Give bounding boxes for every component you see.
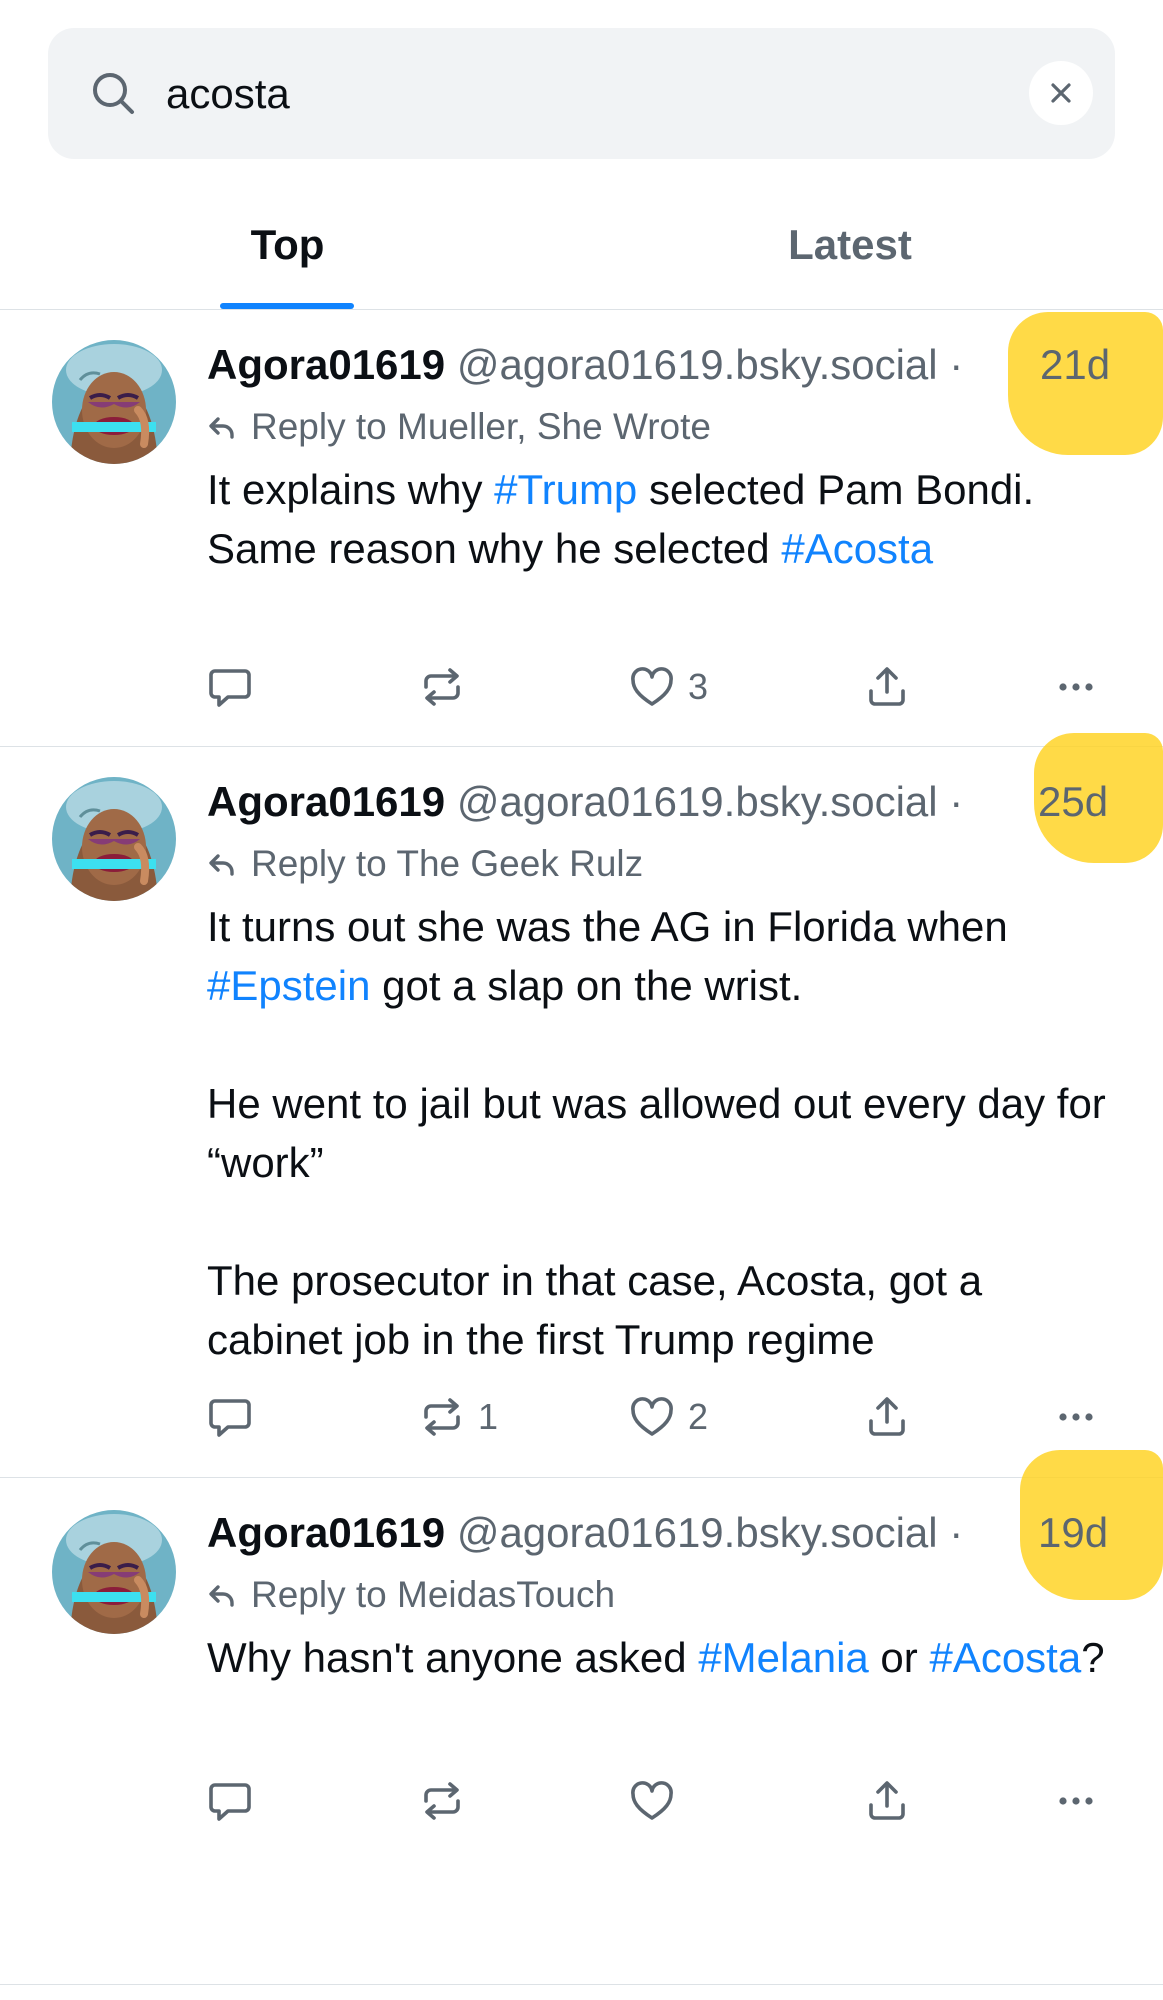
repost-icon: [418, 1777, 466, 1825]
timestamp[interactable]: 19d: [1038, 1503, 1108, 1563]
repost-button[interactable]: [418, 657, 478, 717]
tab-top[interactable]: Top: [220, 195, 355, 310]
hashtag-link[interactable]: #Epstein: [207, 962, 370, 1009]
share-button[interactable]: [863, 1771, 911, 1831]
share-button[interactable]: [863, 1387, 911, 1447]
post-item[interactable]: Agora01619 @agora01619.bsky.social · 25d…: [0, 733, 1163, 1477]
close-icon: [1051, 83, 1071, 103]
more-options-button[interactable]: [1052, 1387, 1100, 1447]
more-icon: [1052, 1393, 1100, 1441]
timestamp[interactable]: 21d: [1040, 335, 1110, 395]
repost-icon: [418, 663, 466, 711]
heart-icon: [628, 663, 676, 711]
display-name[interactable]: Agora01619: [207, 778, 445, 825]
reply-button[interactable]: [206, 1771, 254, 1831]
avatar[interactable]: [52, 777, 176, 901]
avatar-image: [52, 340, 176, 464]
text-run: Why hasn't anyone asked: [207, 1634, 699, 1681]
like-button[interactable]: 3: [628, 657, 708, 717]
repost-count: 1: [478, 1396, 499, 1437]
separator: ·: [949, 1509, 964, 1556]
handle[interactable]: @agora01619.bsky.social: [457, 341, 938, 388]
reply-context-label: Reply to MeidasTouch: [251, 1574, 616, 1615]
timestamp[interactable]: 25d: [1038, 772, 1108, 832]
text-run: ?: [1081, 1634, 1105, 1681]
repost-button[interactable]: [418, 1771, 478, 1831]
hashtag-link[interactable]: #Trump: [494, 466, 637, 513]
like-count: 2: [688, 1396, 709, 1437]
comment-icon: [206, 663, 254, 711]
avatar[interactable]: [52, 340, 176, 464]
comment-icon: [206, 1393, 254, 1441]
more-options-button[interactable]: [1052, 1771, 1100, 1831]
text-run: It turns out she was the AG in Florida w…: [207, 903, 1008, 950]
text-run: or: [868, 1634, 930, 1681]
post-text: It explains why #Trump selected Pam Bond…: [207, 460, 1127, 578]
paragraph: He went to jail but was allowed out ever…: [207, 1080, 1106, 1186]
separator: ·: [949, 778, 964, 825]
post-item[interactable]: Agora01619 @agora01619.bsky.social · 21d…: [0, 310, 1163, 747]
hashtag-link[interactable]: #Melania: [698, 1634, 868, 1681]
share-icon: [863, 663, 911, 711]
repost-icon: [418, 1393, 466, 1441]
share-icon: [863, 1777, 911, 1825]
reply-arrow-icon: [207, 412, 237, 442]
separator: ·: [949, 341, 964, 388]
reply-button[interactable]: [206, 1387, 254, 1447]
post-item[interactable]: Agora01619 @agora01619.bsky.social · 19d…: [0, 1450, 1163, 1908]
handle[interactable]: @agora01619.bsky.social: [457, 778, 938, 825]
text-run: Same reason why he selected: [207, 525, 782, 572]
tab-latest[interactable]: Latest: [740, 195, 960, 310]
paragraph: The prosecutor in that case, Acosta, got…: [207, 1257, 983, 1363]
reply-context[interactable]: Reply to Mueller, She Wrote: [207, 402, 711, 452]
share-icon: [863, 1393, 911, 1441]
reply-button[interactable]: [206, 657, 254, 717]
comment-icon: [206, 1777, 254, 1825]
post-actions: 1 2: [0, 1387, 1163, 1447]
post-header: Agora01619 @agora01619.bsky.social ·: [207, 1503, 963, 1563]
share-button[interactable]: [863, 657, 911, 717]
post-text: It turns out she was the AG in Florida w…: [207, 897, 1127, 1369]
avatar[interactable]: [52, 1510, 176, 1634]
more-icon: [1052, 1777, 1100, 1825]
clear-search-button[interactable]: [1029, 61, 1093, 125]
repost-button[interactable]: 1: [418, 1387, 498, 1447]
reply-arrow-icon: [207, 1580, 237, 1610]
more-options-button[interactable]: [1052, 657, 1100, 717]
more-icon: [1052, 663, 1100, 711]
avatar-image: [52, 1510, 176, 1634]
text-run: selected Pam Bondi.: [637, 466, 1035, 513]
search-input[interactable]: acosta: [166, 28, 290, 159]
hashtag-link[interactable]: #Acosta: [781, 525, 933, 572]
heart-icon: [628, 1777, 676, 1825]
handle[interactable]: @agora01619.bsky.social: [457, 1509, 938, 1556]
search-tabs: Top Latest: [0, 195, 1163, 310]
post-header: Agora01619 @agora01619.bsky.social ·: [207, 335, 963, 395]
reply-context-label: Reply to Mueller, She Wrote: [251, 406, 711, 447]
like-button[interactable]: 2: [628, 1387, 708, 1447]
display-name[interactable]: Agora01619: [207, 341, 445, 388]
search-icon: [93, 73, 134, 114]
post-header: Agora01619 @agora01619.bsky.social ·: [207, 772, 963, 832]
avatar-image: [52, 777, 176, 901]
post-actions: 3: [0, 657, 1163, 717]
post-actions: [0, 1771, 1163, 1831]
reply-context-label: Reply to The Geek Rulz: [251, 843, 644, 884]
text-run: got a slap on the wrist.: [370, 962, 803, 1009]
divider: [0, 1984, 1163, 1985]
display-name[interactable]: Agora01619: [207, 1509, 445, 1556]
hashtag-link[interactable]: #Acosta: [929, 1634, 1081, 1681]
reply-arrow-icon: [207, 849, 237, 879]
reply-context[interactable]: Reply to MeidasTouch: [207, 1570, 615, 1620]
post-text: Why hasn't anyone asked #Melania or #Aco…: [207, 1628, 1127, 1687]
like-count: 3: [688, 666, 709, 707]
reply-context[interactable]: Reply to The Geek Rulz: [207, 839, 643, 889]
search-bar[interactable]: acosta: [48, 28, 1115, 159]
like-button[interactable]: [628, 1771, 688, 1831]
heart-icon: [628, 1393, 676, 1441]
text-run: It explains why: [207, 466, 495, 513]
